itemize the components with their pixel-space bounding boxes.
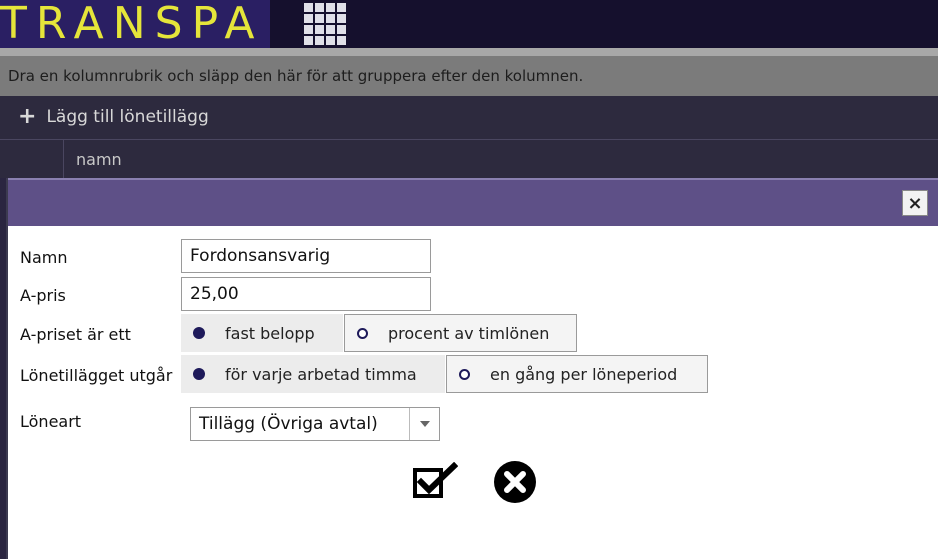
app-logo[interactable]: TRANSPA bbox=[0, 0, 270, 48]
price-type-label: A-priset är ett bbox=[20, 325, 131, 344]
check-box-icon[interactable] bbox=[412, 461, 459, 502]
row-select-column-header bbox=[0, 140, 64, 178]
radio-per-hour-label: för varje arbetad timma bbox=[225, 364, 417, 384]
radio-per-period-label: en gång per löneperiod bbox=[490, 364, 678, 384]
close-icon[interactable]: × bbox=[902, 190, 928, 216]
radio-selected-icon bbox=[193, 327, 205, 339]
x-circle-icon[interactable] bbox=[493, 460, 537, 504]
plus-icon: + bbox=[18, 104, 37, 129]
price-label: A-pris bbox=[20, 286, 66, 305]
radio-selected-icon bbox=[193, 368, 205, 380]
edit-dialog: × Namn Fordonsansvarig A-pris 25,00 A-pr… bbox=[6, 178, 938, 559]
salary-type-value: Tillägg (Övriga avtal) bbox=[199, 414, 378, 434]
supplement-applies-label: Lönetillägget utgår bbox=[20, 366, 173, 385]
group-by-panel[interactable]: Dra en kolumnrubrik och släpp den här fö… bbox=[0, 48, 938, 96]
radio-unselected-icon bbox=[357, 327, 368, 339]
chevron-down-icon[interactable] bbox=[409, 408, 439, 440]
salary-type-select[interactable]: Tillägg (Övriga avtal) bbox=[190, 407, 440, 441]
radio-unselected-icon bbox=[459, 368, 470, 380]
column-header-name[interactable]: namn bbox=[76, 150, 122, 169]
add-button-label: Lägg till lönetillägg bbox=[46, 107, 209, 127]
radio-fixed-amount[interactable]: fast belopp bbox=[181, 314, 343, 352]
salary-type-label: Löneart bbox=[20, 412, 82, 431]
radio-fixed-amount-label: fast belopp bbox=[225, 323, 315, 343]
name-input[interactable]: Fordonsansvarig bbox=[181, 239, 431, 273]
group-by-hint: Dra en kolumnrubrik och släpp den här fö… bbox=[8, 67, 584, 85]
dialog-titlebar[interactable]: × bbox=[8, 178, 938, 226]
grid-icon[interactable] bbox=[304, 3, 346, 45]
radio-per-hour[interactable]: för varje arbetad timma bbox=[181, 355, 445, 393]
radio-percent-hourly[interactable]: procent av timlönen bbox=[344, 314, 577, 352]
radio-per-period[interactable]: en gång per löneperiod bbox=[446, 355, 708, 393]
add-salary-supplement-button[interactable]: + Lägg till lönetillägg bbox=[18, 104, 209, 129]
radio-percent-hourly-label: procent av timlönen bbox=[388, 323, 550, 343]
grid-column-header: namn bbox=[0, 140, 938, 178]
grid-toolbar: + Lägg till lönetillägg bbox=[0, 96, 938, 140]
price-input[interactable]: 25,00 bbox=[181, 277, 431, 311]
top-header: TRANSPA bbox=[0, 0, 938, 48]
name-label: Namn bbox=[20, 248, 68, 267]
